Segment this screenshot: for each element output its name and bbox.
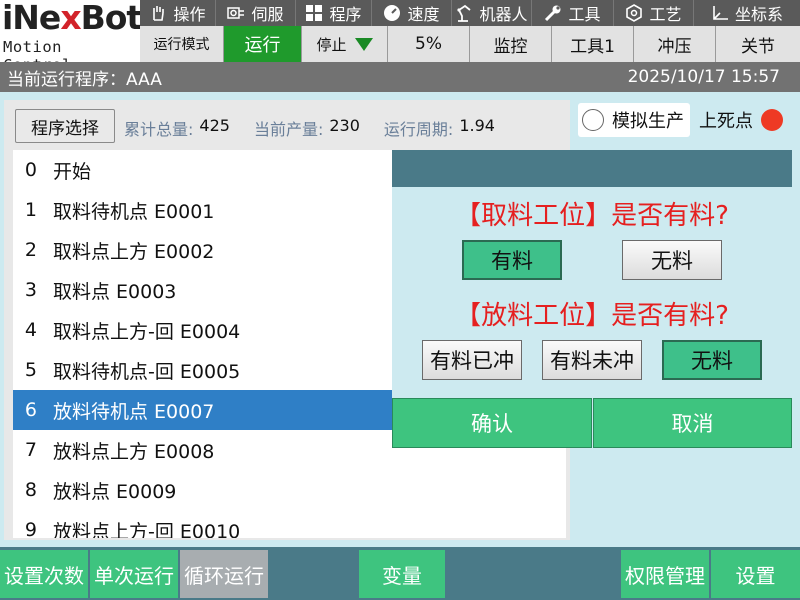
program-line[interactable]: 9 放料点上方-回 E0010 (13, 510, 566, 538)
coord-selector[interactable]: 关节 (716, 26, 800, 62)
line-number: 7 (24, 439, 37, 461)
line-text: 放料点 E0009 (53, 480, 177, 503)
tdc-label: 上死点 (699, 111, 753, 132)
line-number: 3 (24, 279, 37, 301)
line-number: 9 (24, 519, 37, 538)
program-select-button[interactable]: 程序选择 (15, 109, 115, 143)
pick-station-question: 【取料工位】是否有料? (455, 201, 729, 231)
top-dead-center-indicator: 上死点 (699, 107, 783, 133)
line-text: 放料点上方-回 E0010 (53, 520, 241, 539)
dialog-header (392, 150, 792, 187)
line-number: 5 (24, 359, 37, 381)
run-state[interactable]: 停止 (302, 26, 388, 62)
simulate-production-toggle[interactable]: 模拟生产 (578, 103, 690, 137)
run-state-label: 停止 (316, 35, 347, 54)
robot-arm-icon (455, 4, 473, 22)
confirm-button[interactable]: 确认 (392, 398, 592, 448)
line-text: 取料点上方-回 E0004 (53, 320, 241, 343)
place-station-question: 【放料工位】是否有料? (455, 301, 729, 331)
line-text: 取料待机点 E0001 (53, 200, 215, 223)
monitor-button[interactable]: 监控 (470, 26, 552, 62)
status-row: 运行模式 运行 停止 5% 监控 工具1 冲压 关节 (140, 26, 800, 62)
place-no-material-button[interactable]: 无料 (662, 340, 762, 380)
run-mode-value[interactable]: 运行 (224, 26, 302, 62)
line-text: 取料点上方 E0002 (53, 240, 215, 263)
total-count-label: 累计总量: (124, 120, 194, 139)
set-count-button[interactable]: 设置次数 (0, 550, 88, 598)
line-text: 取料待机点-回 E0005 (53, 360, 241, 383)
speed-icon (383, 4, 401, 22)
radio-icon[interactable] (582, 109, 604, 131)
settings-button[interactable]: 设置 (711, 550, 800, 598)
material-check-dialog: 【取料工位】是否有料? 有料 无料 【放料工位】是否有料? 有料已冲 有料未冲 … (392, 150, 792, 448)
menu-process[interactable]: 工艺 (614, 0, 694, 26)
line-text: 放料点上方 E0008 (53, 440, 215, 463)
top-menu-bar: 操作 伺服 程序 速度 机器人 工具 工艺 坐标系 (140, 0, 800, 26)
menu-coordinate[interactable]: 坐标系 (694, 0, 800, 26)
line-number: 2 (24, 239, 37, 261)
place-punched-button[interactable]: 有料已冲 (422, 340, 522, 380)
cycle-time-value: 1.94 (459, 116, 495, 135)
process-selector[interactable]: 冲压 (634, 26, 716, 62)
line-number: 8 (24, 479, 37, 501)
menu-tool[interactable]: 工具 (532, 0, 614, 26)
line-number: 1 (24, 199, 37, 221)
menu-operation[interactable]: 操作 (140, 0, 216, 26)
speed-value[interactable]: 5% (388, 26, 470, 62)
cancel-button[interactable]: 取消 (593, 398, 792, 448)
status-light-icon (761, 109, 783, 131)
triangle-down-icon (354, 37, 373, 51)
cycle-time-label: 运行周期: (383, 120, 454, 139)
process-icon (625, 4, 643, 22)
cycle-run-button[interactable]: 循环运行 (180, 550, 268, 598)
logo-wordmark: iNexBot (2, 0, 142, 37)
place-unpunched-button[interactable]: 有料未冲 (542, 340, 642, 380)
run-mode-label: 运行模式 (140, 26, 224, 62)
menu-servo[interactable]: 伺服 (216, 0, 296, 26)
wrench-icon (544, 4, 562, 22)
menu-robot[interactable]: 机器人 (452, 0, 532, 26)
production-stats: 累计总量: 425 当前产量: 230 运行周期: 1.94 (124, 116, 519, 140)
menu-speed[interactable]: 速度 (372, 0, 452, 26)
current-program: 当前运行程序：AAA (7, 69, 162, 90)
line-number: 0 (24, 159, 37, 181)
line-text: 开始 (53, 160, 92, 183)
brand-logo: iNexBot Motion Control (0, 0, 142, 74)
simulate-label: 模拟生产 (612, 111, 684, 132)
current-output-value: 230 (329, 116, 360, 135)
line-text: 取料点 E0003 (53, 280, 177, 303)
info-bar: 当前运行程序：AAA 2025/10/17 15:57 (0, 62, 800, 92)
menu-program[interactable]: 程序 (296, 0, 372, 26)
total-count-value: 425 (199, 116, 230, 135)
pick-has-material-button[interactable]: 有料 (462, 240, 562, 280)
line-number: 4 (24, 319, 37, 341)
variables-button[interactable]: 变量 (359, 550, 445, 598)
tool-selector[interactable]: 工具1 (552, 26, 634, 62)
coordinate-icon (711, 4, 729, 22)
hand-icon (149, 4, 167, 22)
program-line[interactable]: 8 放料点 E0009 (13, 470, 566, 510)
datetime: 2025/10/17 15:57 (627, 67, 780, 87)
single-run-button[interactable]: 单次运行 (90, 550, 178, 598)
pick-no-material-button[interactable]: 无料 (622, 240, 722, 280)
permissions-button[interactable]: 权限管理 (621, 550, 709, 598)
program-grid-icon (305, 4, 323, 22)
servo-icon (227, 4, 245, 22)
current-output-label: 当前产量: (253, 120, 324, 139)
line-text: 放料待机点 E0007 (53, 400, 215, 423)
line-number: 6 (24, 399, 37, 421)
